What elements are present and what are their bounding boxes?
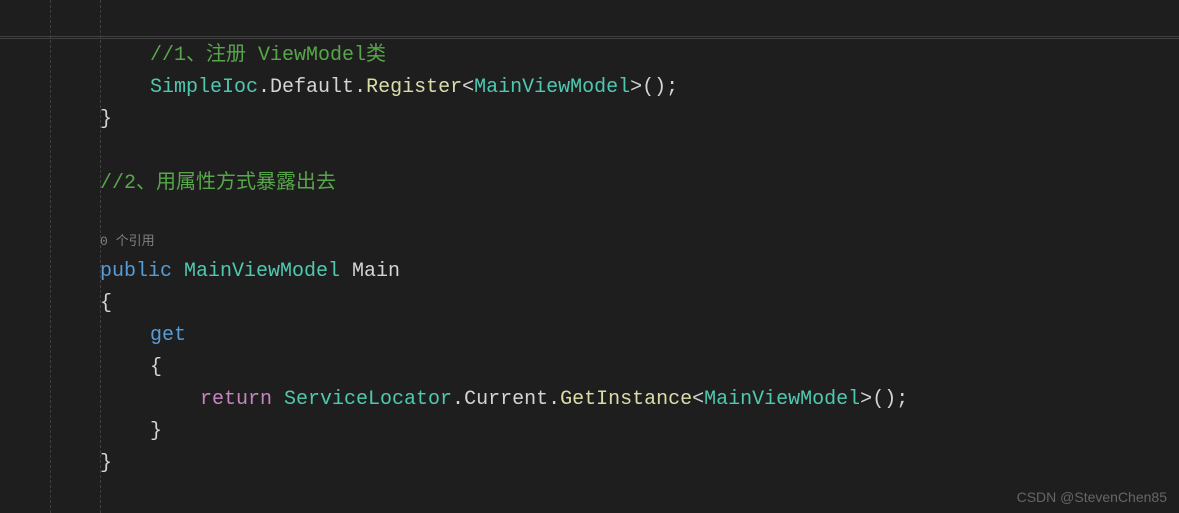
code-line: return ServiceLocator.Current.GetInstanc… — [50, 384, 1179, 416]
comment-text: //2、用属性方式暴露出去 — [100, 172, 336, 195]
code-line: { — [50, 288, 1179, 320]
property-name: Current — [464, 388, 548, 411]
type-name: ServiceLocator — [272, 388, 452, 411]
punctuation: . — [354, 76, 366, 99]
watermark-text: CSDN @StevenChen85 — [1017, 489, 1167, 505]
property-name: Default — [270, 76, 354, 99]
code-line: public MainViewModel Main — [50, 256, 1179, 288]
code-editor[interactable]: //1、注册 ViewModel类 SimpleIoc.Default.Regi… — [0, 0, 1179, 480]
parentheses: (); — [872, 388, 908, 411]
keyword-return: return — [200, 388, 272, 411]
open-brace: { — [100, 292, 112, 315]
angle-bracket: > — [860, 388, 872, 411]
punctuation: . — [548, 388, 560, 411]
type-name: SimpleIoc — [150, 76, 258, 99]
code-line-blank — [50, 136, 1179, 168]
open-brace: { — [150, 356, 162, 379]
code-line: //2、用属性方式暴露出去 — [50, 168, 1179, 200]
angle-bracket: < — [692, 388, 704, 411]
type-name: MainViewModel — [172, 260, 352, 283]
code-line: } — [50, 416, 1179, 448]
keyword-public: public — [100, 260, 172, 283]
method-name: GetInstance — [560, 388, 692, 411]
indent-guide-2 — [100, 0, 101, 513]
code-line: get — [50, 320, 1179, 352]
close-brace: } — [100, 452, 112, 475]
horizontal-divider-2 — [0, 38, 1179, 39]
comment-text: //1、注册 ViewModel类 — [150, 44, 386, 67]
generic-type: MainViewModel — [474, 76, 630, 99]
code-line: { — [50, 352, 1179, 384]
code-line: } — [50, 104, 1179, 136]
code-line: //1、注册 ViewModel类 — [50, 40, 1179, 72]
watermark-label: CSDN @StevenChen85 — [1017, 489, 1167, 505]
punctuation: . — [452, 388, 464, 411]
method-name: Register — [366, 76, 462, 99]
property-name: Main — [352, 260, 400, 283]
code-line-blank — [50, 200, 1179, 232]
generic-type: MainViewModel — [704, 388, 860, 411]
horizontal-divider-1 — [0, 36, 1179, 37]
angle-bracket: > — [630, 76, 642, 99]
keyword-get: get — [150, 324, 186, 347]
codelens-text: 0 个引用 — [100, 234, 155, 249]
codelens-references[interactable]: 0 个引用 — [50, 232, 1179, 256]
angle-bracket: < — [462, 76, 474, 99]
close-brace: } — [150, 420, 162, 443]
indent-guide-1 — [50, 0, 51, 513]
code-line: SimpleIoc.Default.Register<MainViewModel… — [50, 72, 1179, 104]
parentheses: (); — [642, 76, 678, 99]
punctuation: . — [258, 76, 270, 99]
close-brace: } — [100, 108, 112, 131]
code-line: } — [50, 448, 1179, 480]
